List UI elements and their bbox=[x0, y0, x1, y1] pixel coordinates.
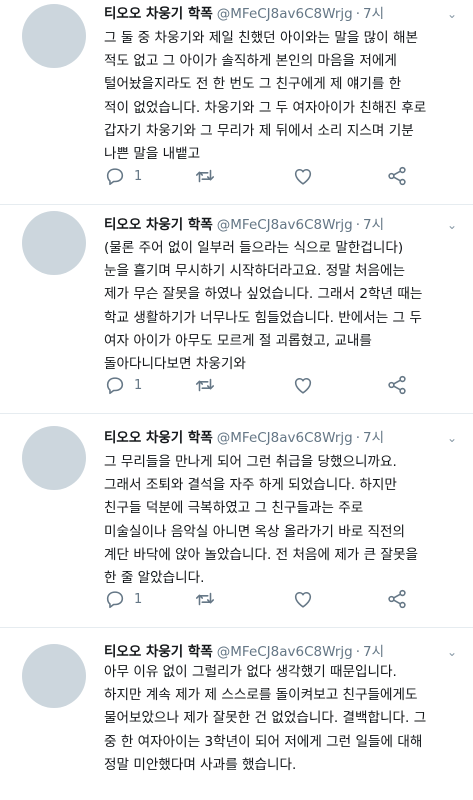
tweet-text: 그 무리들을 만나게 되어 그런 취급을 당했으니까요. 그래서 조퇴와 결석을… bbox=[104, 451, 466, 590]
retweet-button[interactable] bbox=[194, 587, 224, 611]
like-button[interactable] bbox=[292, 373, 322, 397]
retweet-button[interactable] bbox=[194, 164, 224, 188]
tweet-header: 티오오 차웅기 학폭 @MFeCJ8av6C8Wrjg · 7시 bbox=[104, 643, 467, 661]
share-icon bbox=[388, 589, 406, 609]
tweet-text-line: 나쁜 말을 내뱉고 bbox=[104, 145, 201, 162]
separator-dot: · bbox=[355, 644, 361, 660]
tweet-text: 아무 이유 없이 그럴리가 없다 생각했기 때문입니다. 하지만 계속 제가 제… bbox=[104, 661, 466, 777]
display-name[interactable]: 티오오 차웅기 학폭 bbox=[104, 6, 213, 22]
tweet-text-line: 하지만 계속 제가 제 스스로를 돌이켜보고 친구들에게도 bbox=[104, 687, 418, 704]
tweet-text-line: 갑자기 차웅기와 그 무리가 제 뒤에서 소리 지스며 기분 bbox=[104, 122, 414, 139]
retweet-icon bbox=[195, 592, 215, 606]
chevron-down-icon[interactable]: ⌄ bbox=[443, 216, 461, 234]
reply-icon bbox=[106, 591, 124, 609]
avatar[interactable] bbox=[22, 4, 86, 68]
avatar[interactable] bbox=[22, 426, 86, 490]
tweet-text-line: 그 둘 중 차웅기와 제일 친했던 아이와는 말을 많이 해본 bbox=[104, 30, 419, 46]
tweet-text-line: 여자 아이가 아무도 모르게 절 괴롭혔고, 교내를 bbox=[104, 332, 372, 349]
reply-count: 1 bbox=[134, 591, 143, 607]
retweet-icon bbox=[195, 378, 215, 392]
timestamp[interactable]: 7시 bbox=[363, 6, 384, 22]
reply-icon bbox=[106, 168, 124, 186]
user-handle[interactable]: @MFeCJ8av6C8Wrjg bbox=[217, 644, 353, 660]
tweet-text-line: 털어놨을지라도 전 한 번도 그 친구에게 제 얘기를 한 bbox=[104, 76, 402, 93]
share-button[interactable] bbox=[386, 373, 408, 397]
separator-dot: · bbox=[355, 430, 361, 446]
avatar[interactable] bbox=[22, 644, 86, 708]
display-name[interactable]: 티오오 차웅기 학폭 bbox=[104, 644, 213, 660]
tweet[interactable]: 티오오 차웅기 학폭 @MFeCJ8av6C8Wrjg · 7시 ⌄ 그 무리들을 만… bbox=[0, 414, 473, 614]
heart-icon bbox=[294, 168, 312, 185]
separator-dot: · bbox=[355, 6, 361, 22]
tweet-text-line: 정말 미안했다며 사과를 했습니다. bbox=[104, 756, 297, 773]
timestamp[interactable]: 7시 bbox=[363, 644, 384, 660]
timestamp[interactable]: 7시 bbox=[363, 217, 384, 233]
tweet-header: 티오오 차웅기 학폭 @MFeCJ8av6C8Wrjg · 7시 bbox=[104, 429, 467, 447]
reply-count: 1 bbox=[134, 168, 143, 184]
share-icon bbox=[388, 166, 406, 186]
retweet-icon bbox=[195, 169, 215, 183]
reply-button[interactable]: 1 bbox=[104, 164, 142, 188]
retweet-button[interactable] bbox=[194, 373, 224, 397]
share-button[interactable] bbox=[386, 587, 408, 611]
tweet-actions: 1 bbox=[104, 373, 434, 397]
chevron-down-icon[interactable]: ⌄ bbox=[443, 429, 461, 447]
display-name[interactable]: 티오오 차웅기 학폭 bbox=[104, 217, 213, 233]
share-button[interactable] bbox=[386, 164, 408, 188]
heart-icon bbox=[294, 591, 312, 608]
reply-icon bbox=[106, 377, 124, 395]
tweet-text-line: 중 한 여자아이는 3학년이 되어 저에게 그런 일들에 대해 bbox=[104, 733, 423, 750]
tweet-text-line: 학교 생활하기가 너무나도 힘들었습니다. 반에서는 그 두 bbox=[104, 309, 422, 326]
tweet-text-line: 친구들 덕분에 극복하였고 그 친구들과는 주로 bbox=[104, 500, 364, 517]
user-handle[interactable]: @MFeCJ8av6C8Wrjg bbox=[217, 6, 353, 22]
like-button[interactable] bbox=[292, 587, 322, 611]
tweet-text-line: 제가 무슨 잘못을 하였나 싶었습니다. 그래서 2학년 때는 bbox=[104, 286, 423, 303]
tweet-actions: 1 bbox=[104, 164, 434, 188]
tweet[interactable]: 티오오 차웅기 학폭 @MFeCJ8av6C8Wrjg · 7시 ⌄ 아무 이유 없이… bbox=[0, 628, 473, 800]
tweet[interactable]: 티오오 차웅기 학폭 @MFeCJ8av6C8Wrjg · 7시 ⌄ (물론 주어 없… bbox=[0, 205, 473, 405]
tweet-actions: 1 bbox=[104, 587, 434, 611]
tweet-text-line: 미술실이나 음악실 아니면 옥상 올라가기 바로 직전의 bbox=[104, 523, 406, 540]
heart-icon bbox=[294, 377, 312, 394]
reply-button[interactable]: 1 bbox=[104, 587, 142, 611]
like-button[interactable] bbox=[292, 164, 322, 188]
tweet-text-line: 그래서 조퇴와 결석을 자주 하게 되었습니다. 하지만 bbox=[104, 477, 397, 494]
tweet-header: 티오오 차웅기 학폭 @MFeCJ8av6C8Wrjg · 7시 bbox=[104, 5, 467, 23]
tweet-text-line: 그 무리들을 만나게 되어 그런 취급을 당했으니까요. bbox=[104, 454, 397, 470]
reply-count: 1 bbox=[134, 377, 143, 393]
tweet[interactable]: 티오오 차웅기 학폭 @MFeCJ8av6C8Wrjg · 7시 ⌄ 그 둘 중 차웅… bbox=[0, 0, 473, 200]
tweet-header: 티오오 차웅기 학폭 @MFeCJ8av6C8Wrjg · 7시 bbox=[104, 216, 467, 234]
tweet-text-line: 물어보았으나 제가 잘못한 건 없었습니다. 결백합니다. 그 bbox=[104, 710, 427, 727]
chevron-down-icon[interactable]: ⌄ bbox=[443, 643, 461, 661]
tweet-text-line: 아무 이유 없이 그럴리가 없다 생각했기 때문입니다. bbox=[104, 664, 397, 680]
tweet-text-line: 적이 없었습니다. 차웅기와 그 두 여자아이가 친해진 후로 bbox=[104, 99, 427, 116]
tweet-text-line: (물론 주어 없이 일부러 들으라는 식으로 말한겁니다) bbox=[104, 240, 404, 256]
tweet-text-line: 적도 없고 그 아이가 솔직하게 본인의 마음을 저에게 bbox=[104, 53, 397, 70]
share-icon bbox=[388, 375, 406, 395]
display-name[interactable]: 티오오 차웅기 학폭 bbox=[104, 430, 213, 446]
user-handle[interactable]: @MFeCJ8av6C8Wrjg bbox=[217, 217, 353, 233]
tweet-text-line: 계단 바닥에 앉아 놀았습니다. 전 처음에 제가 큰 잘못을 bbox=[104, 546, 419, 563]
timestamp[interactable]: 7시 bbox=[363, 430, 384, 446]
user-handle[interactable]: @MFeCJ8av6C8Wrjg bbox=[217, 430, 353, 446]
chevron-down-icon[interactable]: ⌄ bbox=[443, 5, 461, 23]
reply-button[interactable]: 1 bbox=[104, 373, 142, 397]
tweet-text: 그 둘 중 차웅기와 제일 친했던 아이와는 말을 많이 해본 적도 없고 그 … bbox=[104, 27, 466, 166]
avatar[interactable] bbox=[22, 211, 86, 275]
separator-dot: · bbox=[355, 217, 361, 233]
tweet-text: (물론 주어 없이 일부러 들으라는 식으로 말한겁니다) 눈을 흘기며 무시하… bbox=[104, 237, 466, 376]
tweet-text-line: 눈을 흘기며 무시하기 시작하더라고요. 정말 처음에는 bbox=[104, 263, 406, 280]
